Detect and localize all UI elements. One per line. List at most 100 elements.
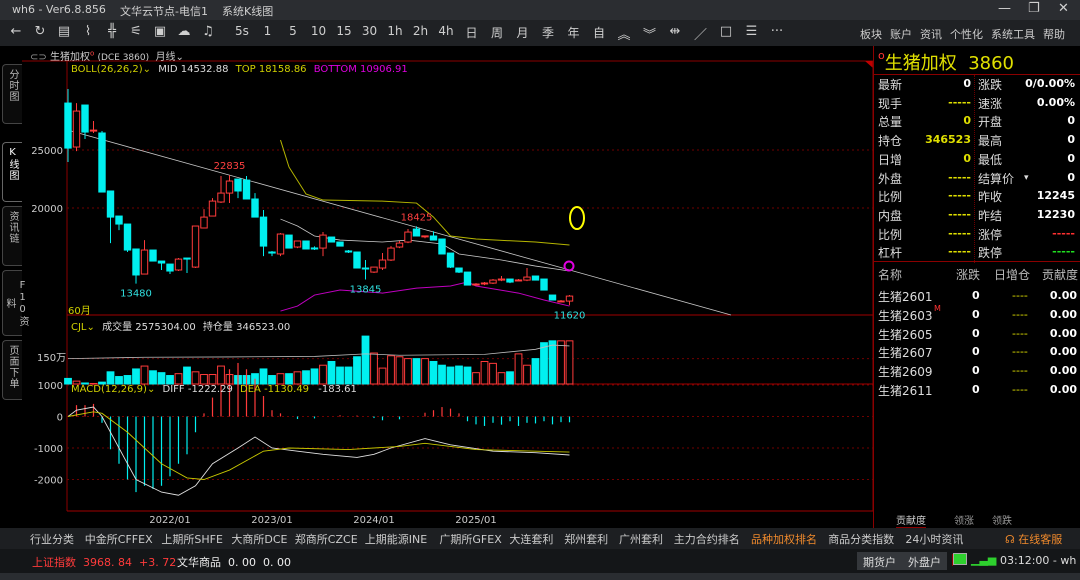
contract-row[interactable]: 生猪2607 0 ---- 0.00 <box>874 344 1080 362</box>
period-15[interactable]: 15 <box>334 24 354 38</box>
nav-item-6[interactable]: 广期所GFEX <box>439 531 501 547</box>
nav-item-7[interactable]: 大连套利 <box>509 531 553 547</box>
cloud-icon[interactable]: ☁ <box>174 24 194 39</box>
contract-contribution: 0.00 <box>1049 307 1077 321</box>
period-季[interactable]: 季 <box>538 24 558 41</box>
tab-leading-down[interactable]: 领跌 <box>992 512 1012 527</box>
candle-body <box>191 225 200 268</box>
contract-row[interactable]: 生猪2609 0 ---- 0.00 <box>874 363 1080 381</box>
draw-line-icon[interactable]: ／ <box>691 24 711 43</box>
candle <box>480 282 489 286</box>
minimize-icon[interactable]: — <box>998 1 1011 16</box>
nav-item-3[interactable]: 大商所DCE <box>231 531 287 547</box>
panel-icon[interactable]: ▣ <box>150 24 170 39</box>
candle-body <box>480 282 489 285</box>
period-1h[interactable]: 1h <box>385 24 405 38</box>
nav-item-10[interactable]: 主力合约排名 <box>674 531 740 547</box>
sidebar-tab-1[interactable]: K线图 <box>2 142 22 202</box>
expand-icon[interactable]: ⇹ <box>665 24 685 39</box>
quote-label[interactable]: 结算价 <box>978 170 1014 187</box>
close-icon[interactable]: ✕ <box>1058 1 1069 16</box>
period-周[interactable]: 周 <box>487 24 507 41</box>
contract-name: 生猪2607 <box>878 346 933 361</box>
menu-5[interactable]: 帮助 <box>1043 26 1065 42</box>
volume-bar <box>540 342 548 385</box>
period-月[interactable]: 月 <box>513 24 533 41</box>
candlestick-icon[interactable]: ╬ <box>102 24 122 39</box>
volume-legend: CJL⌄ 成交量 2575304.00 持仓量 346523.00 <box>71 322 291 333</box>
tab-contribution[interactable]: 贡献度 <box>896 512 926 528</box>
rectangle-icon[interactable]: □ <box>716 24 736 39</box>
maximize-icon[interactable]: ❐ <box>1028 1 1040 16</box>
volume-bar <box>531 358 540 385</box>
refresh-icon[interactable]: ↻ <box>30 24 50 39</box>
candle <box>217 176 225 204</box>
candle <box>361 260 370 280</box>
foreign-account-button[interactable]: 外盘户 <box>902 552 947 570</box>
bell-icon[interactable]: ♫ <box>198 24 218 39</box>
price-tick-label: 20000 <box>31 204 63 215</box>
link-icon[interactable]: ⊂⊃ <box>30 52 47 63</box>
sidebar-tab-3[interactable]: F10资料 <box>2 270 28 336</box>
contract-row[interactable]: 生猪2603 M 0 ---- 0.00 <box>874 304 1080 325</box>
candle <box>421 235 429 239</box>
sidebar-tab-2[interactable]: 资讯链 <box>2 206 22 266</box>
nav-item-9[interactable]: 广州套利 <box>619 531 663 547</box>
nav-item-12[interactable]: 商品分类指数 <box>828 531 894 547</box>
table-icon[interactable]: ▤ <box>54 24 74 39</box>
nav-item-2[interactable]: 上期所SHFE <box>161 531 223 547</box>
period-dropdown[interactable]: 月线⌄ <box>156 52 184 63</box>
list-icon[interactable]: ☰ <box>742 24 762 39</box>
contract-contribution: 0.00 <box>1049 289 1077 302</box>
nav-item-13[interactable]: 24小时资讯 <box>905 531 963 547</box>
double-down-icon[interactable]: ︾ <box>640 24 660 43</box>
menu-1[interactable]: 账户 <box>890 26 912 42</box>
online-support-button[interactable]: ☊ 在线客服 <box>1005 531 1062 547</box>
menu-3[interactable]: 个性化 <box>950 26 983 42</box>
period-2h[interactable]: 2h <box>411 24 431 38</box>
back-arrow-icon[interactable]: ← <box>6 24 26 39</box>
contract-contribution: 0.00 <box>1049 364 1077 378</box>
split-icon[interactable]: ⚟ <box>126 24 146 39</box>
boll-mid-line <box>280 218 570 272</box>
contract-row[interactable]: 生猪2611 0 ---- 0.00 <box>874 382 1080 400</box>
candle <box>89 121 98 133</box>
quote-label: 昨收 <box>978 190 1003 205</box>
menu-2[interactable]: 资讯 <box>920 26 942 42</box>
line-chart-icon[interactable]: ⌇ <box>78 24 98 39</box>
sidebar-tab-0[interactable]: 分时图 <box>2 64 22 124</box>
wh-commodity-ticker[interactable]: 文华商品 0. 00 0. 00 <box>177 554 291 570</box>
period-30[interactable]: 30 <box>360 24 380 38</box>
candle <box>446 252 455 269</box>
period-5s[interactable]: 5s <box>232 24 252 38</box>
double-up-icon[interactable]: ︽ <box>614 24 634 43</box>
more-icon[interactable]: ··· <box>767 24 787 39</box>
menu-4[interactable]: 系统工具 <box>991 26 1035 42</box>
period-年[interactable]: 年 <box>564 24 584 41</box>
period-日[interactable]: 日 <box>462 24 482 41</box>
period-5[interactable]: 5 <box>283 24 303 38</box>
period-4h[interactable]: 4h <box>436 24 456 38</box>
period-10[interactable]: 10 <box>309 24 329 38</box>
candle-body <box>361 267 370 270</box>
period-自[interactable]: 自 <box>589 24 609 41</box>
menu-0[interactable]: 板块 <box>860 26 882 42</box>
sidebar-tab-4[interactable]: 页面下单 <box>2 340 22 400</box>
index-ticker[interactable]: 上证指数 3968. 84 +3. 72 <box>32 554 176 570</box>
nav-item-5[interactable]: 上期能源INE <box>365 531 427 547</box>
caret-down-icon[interactable]: ▾ <box>1024 173 1029 183</box>
contract-row[interactable]: 生猪2601 0 ---- 0.00 <box>874 288 1080 306</box>
tab-leading-up[interactable]: 领涨 <box>954 512 974 527</box>
nav-item-0[interactable]: 行业分类 <box>30 531 74 547</box>
contract-row[interactable]: 生猪2605 0 ---- 0.00 <box>874 326 1080 344</box>
nav-item-11[interactable]: 品种加权排名 <box>751 531 817 550</box>
nav-item-8[interactable]: 郑州套利 <box>564 531 608 547</box>
quote-row: 日增 0 最低 0 <box>874 151 1080 169</box>
cjl-dropdown[interactable]: CJL⌄ <box>71 322 95 333</box>
boll-dropdown[interactable]: BOLL(26,26,2)⌄ <box>71 64 151 75</box>
nav-item-4[interactable]: 郑商所CZCE <box>295 531 358 547</box>
macd-dropdown[interactable]: MACD(12,26,9)⌄ <box>71 384 155 395</box>
period-1[interactable]: 1 <box>258 24 278 38</box>
nav-item-1[interactable]: 中金所CFFEX <box>85 531 153 547</box>
futures-account-button[interactable]: 期货户 <box>857 552 902 570</box>
